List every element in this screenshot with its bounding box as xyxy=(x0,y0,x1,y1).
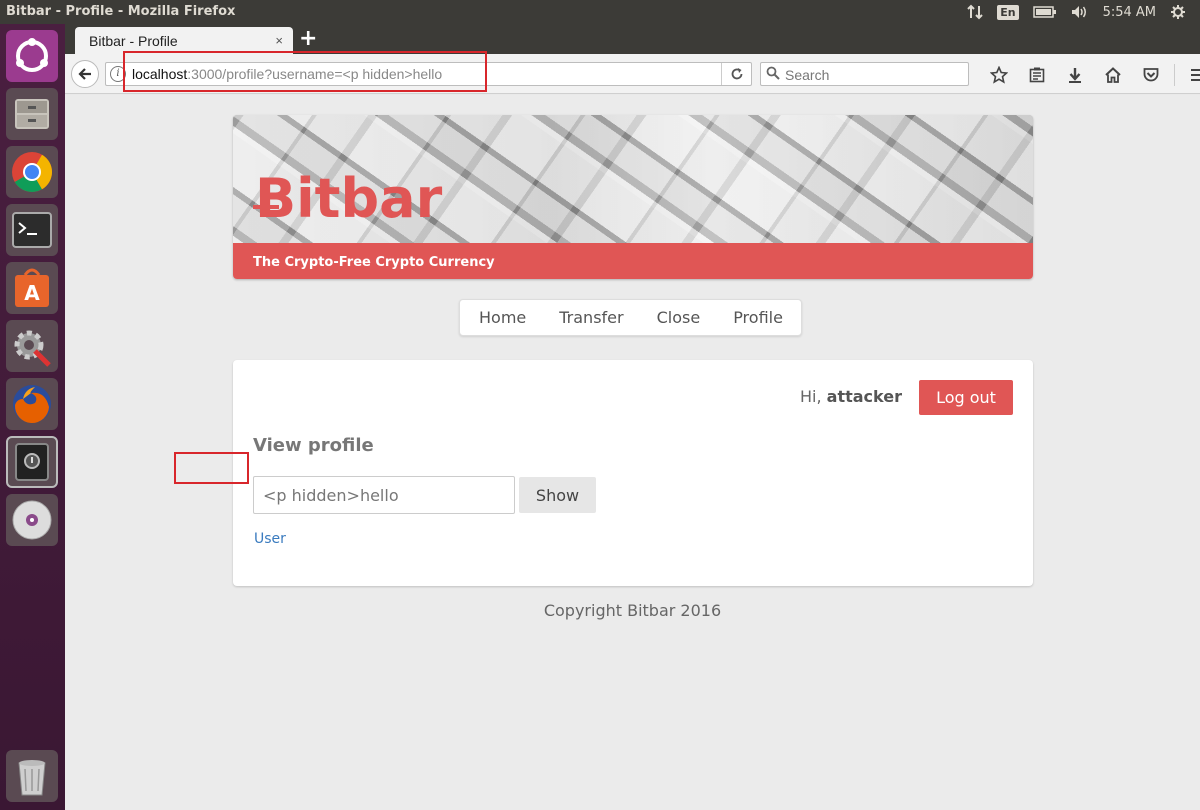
brand-strike-mark xyxy=(253,205,279,209)
navigation-toolbar: i localhost:3000/profile?username=<p hid… xyxy=(65,54,1200,94)
url-host: localhost xyxy=(132,66,188,82)
reload-icon xyxy=(731,68,742,80)
user-link[interactable]: User xyxy=(254,531,286,547)
downloads-icon[interactable] xyxy=(1056,63,1094,87)
svg-text:A: A xyxy=(24,281,40,305)
username-input[interactable]: <p hidden>hello xyxy=(253,476,515,514)
new-tab-button[interactable]: + xyxy=(299,27,317,51)
url-bar[interactable]: i localhost:3000/profile?username=<p hid… xyxy=(105,62,752,86)
dvd-icon[interactable] xyxy=(6,494,58,546)
nav-profile[interactable]: Profile xyxy=(716,308,799,327)
unity-launcher: A xyxy=(0,24,65,810)
tab-strip: Bitbar - Profile × + xyxy=(65,24,1200,55)
tab-close-icon[interactable]: × xyxy=(275,33,283,48)
network-transfer-icon[interactable] xyxy=(967,4,983,20)
tab-title: Bitbar - Profile xyxy=(89,33,178,49)
security-app-icon[interactable] xyxy=(6,436,58,488)
profile-card: Hi, attacker Log out View profile <p hid… xyxy=(233,360,1033,586)
battery-icon[interactable] xyxy=(1032,5,1057,19)
browser-tools xyxy=(980,63,1200,87)
clock[interactable]: 5:54 AM xyxy=(1103,5,1156,20)
search-icon xyxy=(766,66,780,80)
url-path: :3000/profile?username=<p hidden>hello xyxy=(187,66,443,82)
search-placeholder: Search xyxy=(785,67,830,83)
site-nav: Home Transfer Close Profile xyxy=(459,299,802,336)
terminal-icon[interactable] xyxy=(6,204,58,256)
user-greeting: Hi, attacker xyxy=(800,387,902,406)
chrome-icon[interactable] xyxy=(6,146,58,198)
page-footer: Copyright Bitbar 2016 xyxy=(543,601,722,620)
trash-icon[interactable] xyxy=(6,750,58,802)
system-tray: En 5:54 AM xyxy=(967,0,1200,24)
ubuntu-dash-icon[interactable] xyxy=(6,30,58,82)
power-gear-icon[interactable] xyxy=(1170,4,1186,20)
toolbar-separator xyxy=(1174,64,1175,86)
site-brand[interactable]: Bitbar xyxy=(255,167,442,230)
reading-list-icon[interactable] xyxy=(1018,63,1056,87)
web-page: Bitbar The Crypto-Free Crypto Currency H… xyxy=(65,95,1200,810)
nav-close[interactable]: Close xyxy=(640,308,717,327)
system-top-bar: Bitbar - Profile - Mozilla Firefox En 5:… xyxy=(0,0,1200,24)
files-icon[interactable] xyxy=(6,88,58,140)
url-text[interactable]: localhost:3000/profile?username=<p hidde… xyxy=(132,66,442,82)
pocket-icon[interactable] xyxy=(1132,63,1170,87)
site-tagline: The Crypto-Free Crypto Currency xyxy=(233,243,1033,279)
tab-bitbar-profile[interactable]: Bitbar - Profile × xyxy=(75,27,293,55)
volume-icon[interactable] xyxy=(1071,5,1089,19)
show-button[interactable]: Show xyxy=(519,477,596,513)
current-username: attacker xyxy=(826,387,902,406)
keyboard-language-indicator[interactable]: En xyxy=(997,4,1019,20)
home-icon[interactable] xyxy=(1094,63,1132,87)
software-center-icon[interactable]: A xyxy=(6,262,58,314)
nav-transfer[interactable]: Transfer xyxy=(542,308,639,327)
back-arrow-icon xyxy=(78,68,91,80)
window-title: Bitbar - Profile - Mozilla Firefox xyxy=(6,4,236,19)
firefox-icon[interactable] xyxy=(6,378,58,430)
reload-button[interactable] xyxy=(721,63,751,85)
site-banner: Bitbar The Crypto-Free Crypto Currency xyxy=(233,115,1033,279)
hamburger-menu-icon[interactable] xyxy=(1179,63,1200,87)
search-bar[interactable]: Search xyxy=(760,62,969,86)
greeting-prefix: Hi, xyxy=(800,387,827,406)
nav-home[interactable]: Home xyxy=(462,308,542,327)
view-profile-heading: View profile xyxy=(253,435,374,456)
logout-button[interactable]: Log out xyxy=(919,380,1013,415)
site-info-icon[interactable]: i xyxy=(110,66,126,82)
firefox-window: Bitbar - Profile × + i localhost:3000/pr… xyxy=(65,24,1200,810)
bookmark-star-icon[interactable] xyxy=(980,63,1018,87)
system-settings-icon[interactable] xyxy=(6,320,58,372)
back-button[interactable] xyxy=(71,60,99,88)
